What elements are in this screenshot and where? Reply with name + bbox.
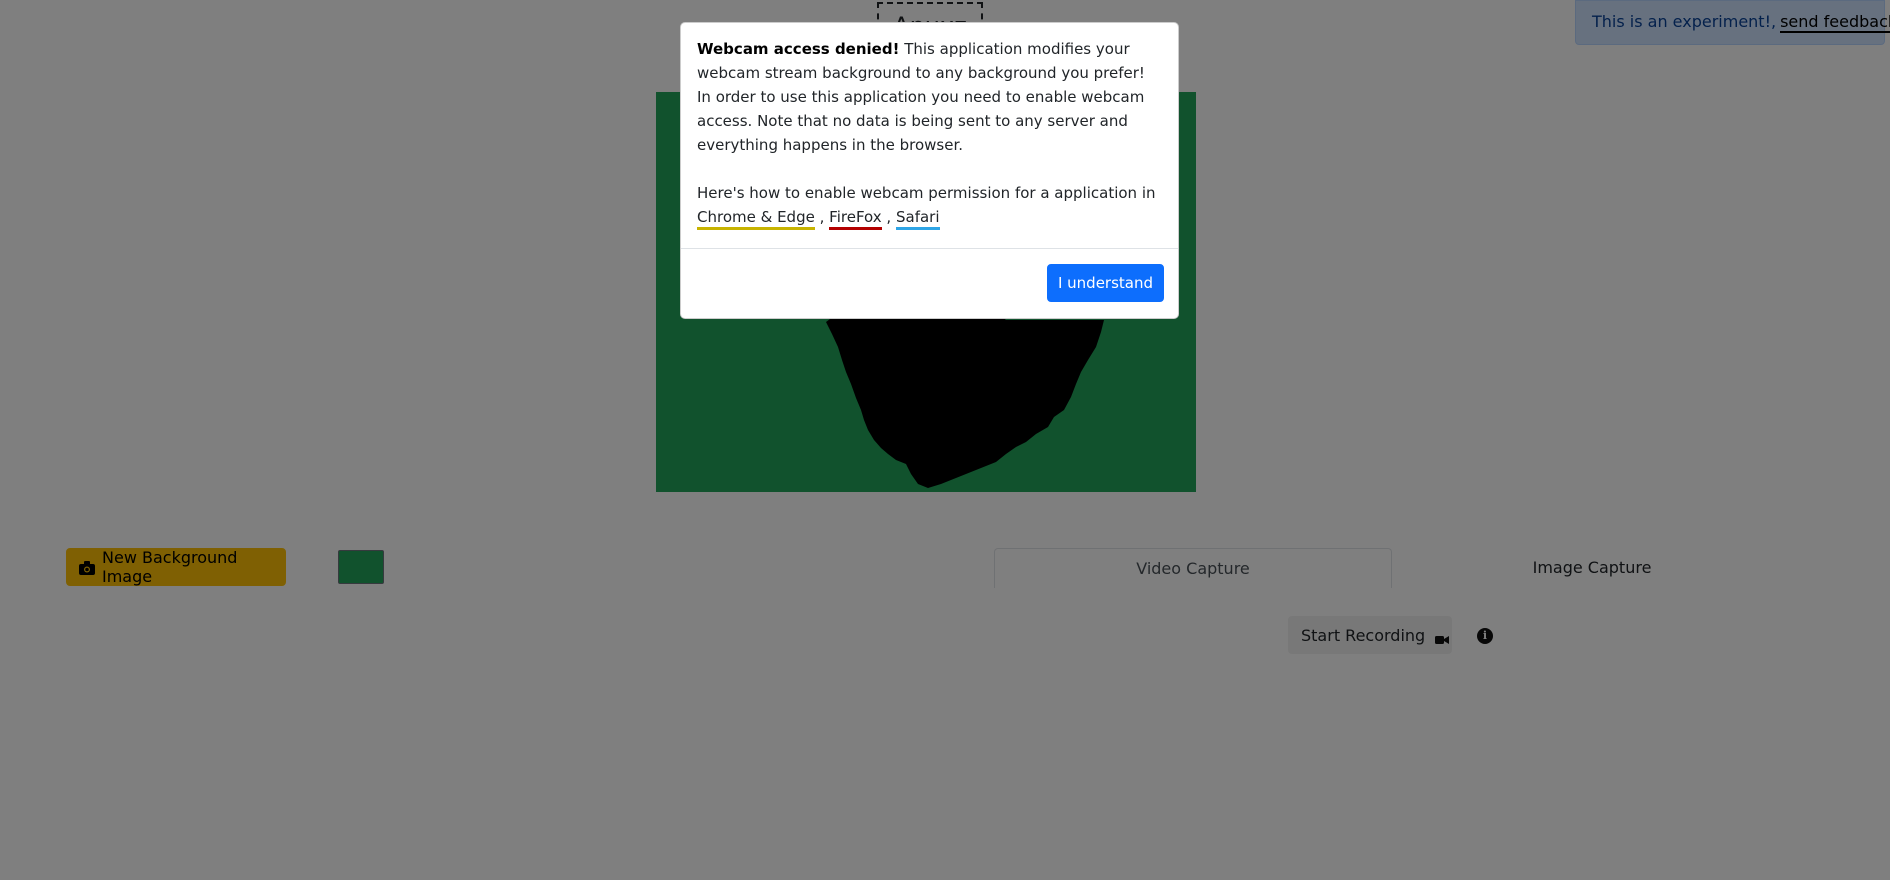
dialog-body: Webcam access denied! This application m…: [681, 23, 1178, 230]
chrome-edge-help-link[interactable]: Chrome & Edge: [697, 208, 815, 230]
firefox-help-link[interactable]: FireFox: [829, 208, 882, 230]
dialog-message: Webcam access denied! This application m…: [697, 37, 1162, 157]
dialog-footer: I understand: [681, 248, 1178, 318]
webcam-denied-dialog: Webcam access denied! This application m…: [680, 22, 1179, 319]
dialog-title: Webcam access denied!: [697, 40, 900, 58]
dialog-help-intro: Here's how to enable webcam permission f…: [697, 184, 1156, 202]
link-separator: ,: [819, 208, 825, 226]
safari-help-link[interactable]: Safari: [895, 208, 940, 230]
dialog-help: Here's how to enable webcam permission f…: [697, 181, 1162, 230]
link-separator: ,: [886, 208, 892, 226]
i-understand-button[interactable]: I understand: [1047, 264, 1164, 302]
